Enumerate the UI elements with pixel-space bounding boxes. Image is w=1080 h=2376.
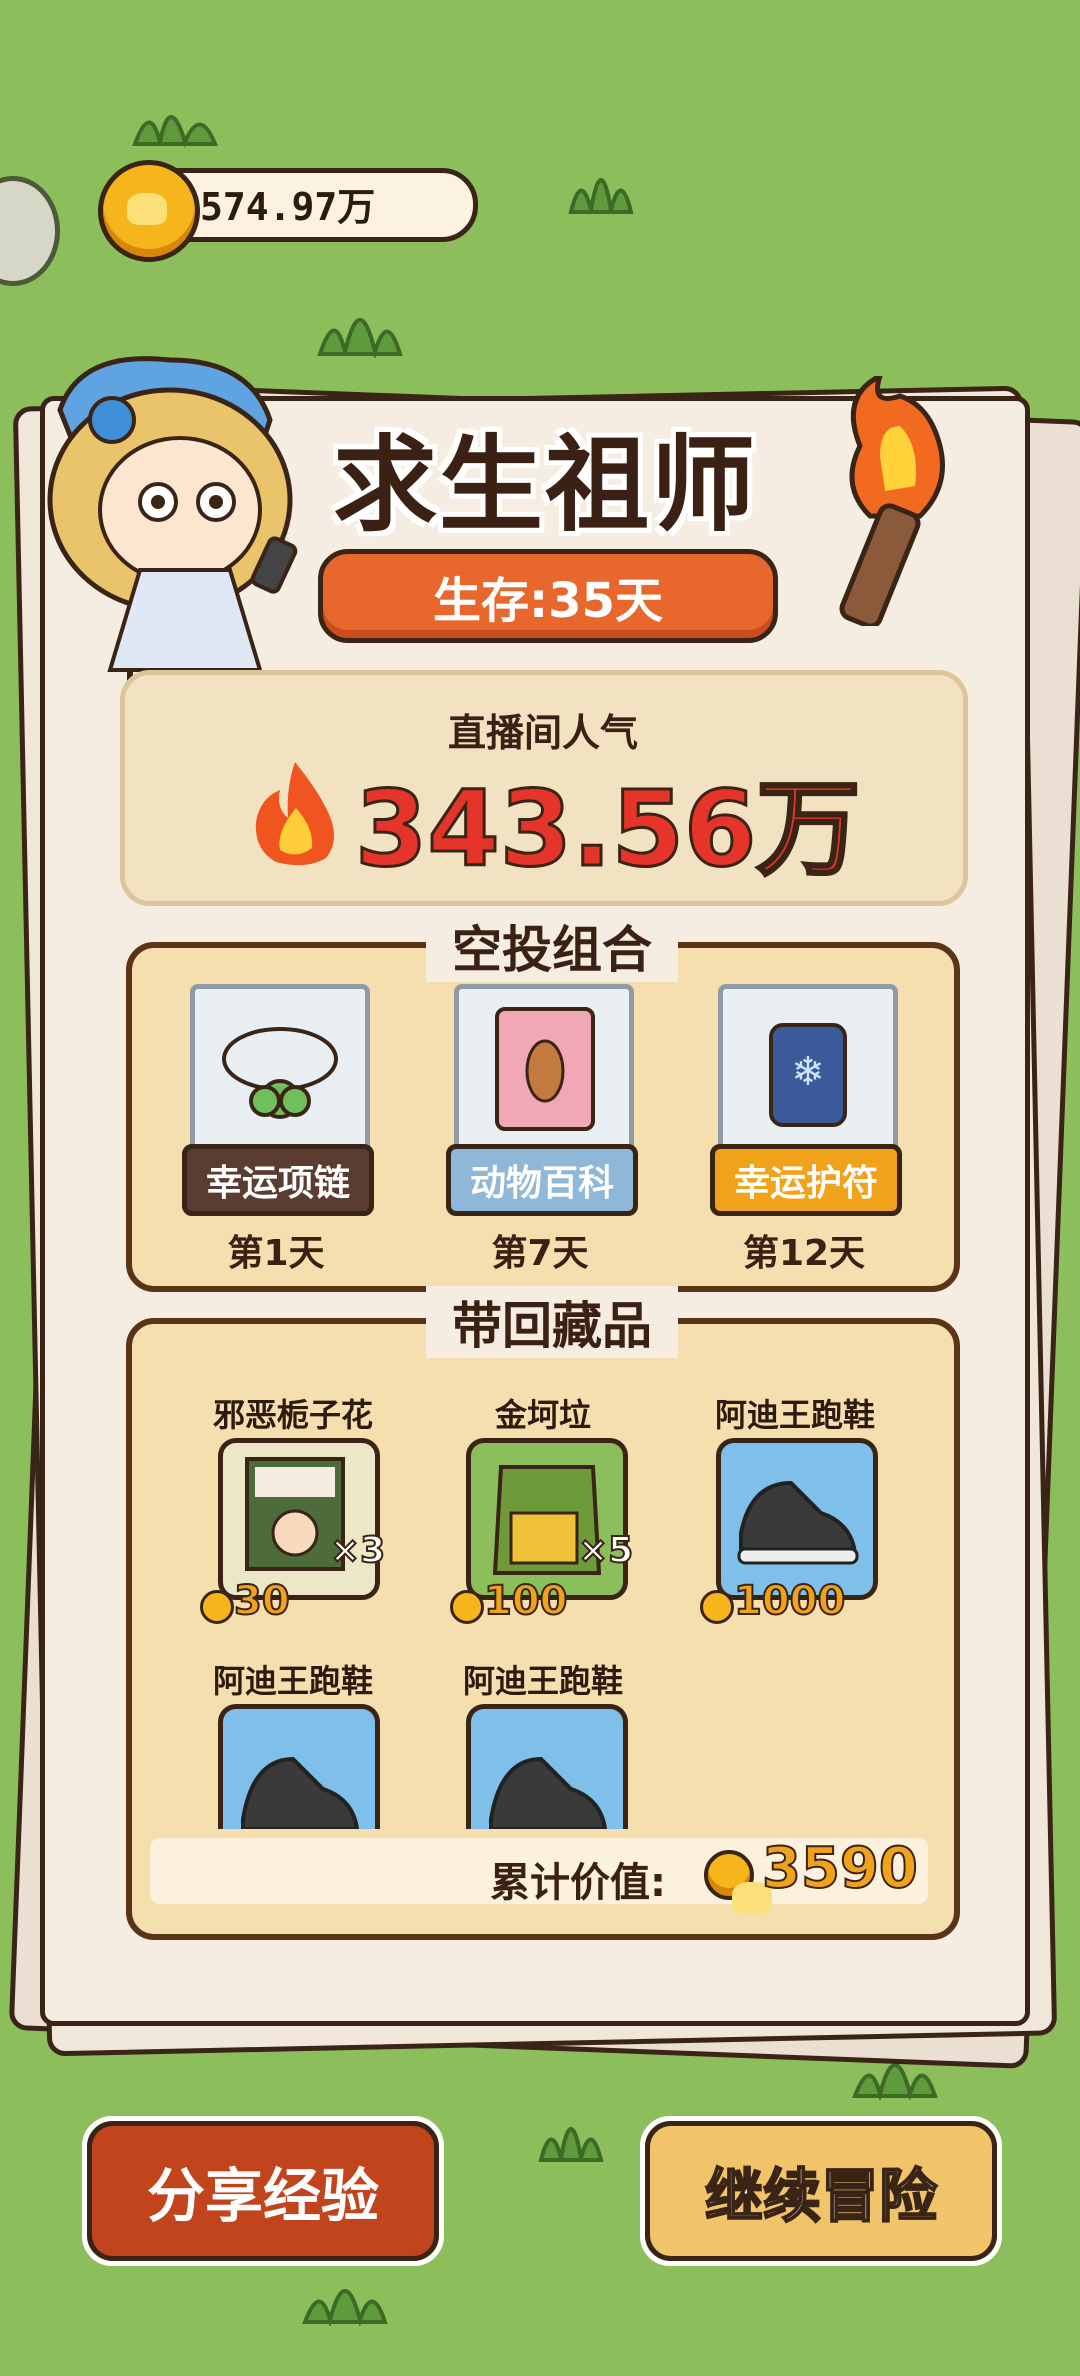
book-icon	[495, 1007, 595, 1131]
collection-item-adiwang-shoes[interactable]	[218, 1704, 380, 1831]
airdrop-item-day: 第1天	[227, 1233, 325, 1274]
airdrop-section-title: 空投组合	[426, 910, 678, 982]
coin-icon	[200, 1590, 234, 1624]
airdrop-item-day: 第7天	[491, 1233, 589, 1274]
fire-icon	[255, 762, 334, 866]
necklace-icon	[222, 1027, 338, 1119]
airdrop-card-animal-book[interactable]	[454, 984, 634, 1164]
book-cover-icon	[245, 1457, 345, 1571]
total-value-label: 累计价值:	[490, 1860, 666, 1906]
sneaker-icon	[489, 1756, 608, 1831]
sneaker-icon	[241, 1756, 360, 1831]
collection-item-count: ×5	[577, 1529, 634, 1572]
collection-section-title: 带回藏品	[426, 1286, 678, 1358]
airdrop-item-label: 幸运项链	[182, 1144, 374, 1216]
grass-decor	[317, 318, 403, 358]
torch-icon	[839, 376, 945, 626]
total-value: 3590	[761, 1835, 919, 1902]
collection-item-adiwang-shoes[interactable]	[466, 1704, 628, 1831]
airdrop-item-day: 第12天	[742, 1233, 866, 1274]
grass-decor	[538, 2127, 604, 2162]
airdrop-card-necklace[interactable]	[190, 984, 370, 1164]
grass-decor	[132, 115, 218, 148]
grass-decor	[302, 2289, 388, 2326]
airdrop-item-label: 动物百科	[446, 1144, 638, 1216]
popularity-value: 343.56万	[353, 767, 861, 892]
collection-item-price: 1000	[733, 1577, 846, 1625]
svg-text:❄: ❄	[791, 1049, 825, 1095]
collection-item-adiwang-shoes[interactable]	[716, 1438, 878, 1600]
menu-button[interactable]	[0, 176, 60, 286]
continue-adventure-button[interactable]: 继续冒险	[640, 2116, 1002, 2266]
fertilizer-bag-icon	[492, 1465, 602, 1575]
coin-icon	[704, 1850, 772, 1914]
charm-icon: ❄	[769, 1023, 847, 1127]
collection-item-name: 金坷垃	[494, 1396, 591, 1434]
collection-item-name: 阿迪王跑鞋	[714, 1396, 875, 1434]
share-experience-button[interactable]: 分享经验	[82, 2116, 444, 2266]
sneaker-icon	[737, 1480, 859, 1565]
grass-decor	[568, 178, 634, 214]
share-button-label: 分享经验	[146, 2162, 379, 2230]
coin-balance: 574.97万	[200, 185, 376, 229]
collection-item-name: 阿迪王跑鞋	[212, 1662, 373, 1700]
collection-item-name: 邪恶栀子花	[212, 1396, 373, 1434]
coin-icon	[450, 1590, 484, 1624]
character-avatar	[47, 356, 298, 710]
collection-item-price: 30	[233, 1577, 291, 1625]
airdrop-card-lucky-charm[interactable]: ❄	[718, 984, 898, 1164]
collection-item-name: 阿迪王跑鞋	[462, 1662, 623, 1700]
continue-button-label: 继续冒险	[704, 2161, 938, 2231]
collection-item-jinkela[interactable]	[466, 1438, 628, 1600]
airdrop-item-label: 幸运护符	[710, 1144, 902, 1216]
collection-item-gardenia[interactable]	[218, 1438, 380, 1600]
page-title: 求生祖师	[332, 424, 757, 546]
collection-item-count: ×3	[329, 1529, 386, 1572]
coin-icon	[98, 160, 200, 262]
survival-days-badge: 生存:35天	[318, 549, 778, 643]
coin-icon	[700, 1590, 734, 1624]
collection-item-price: 100	[483, 1577, 568, 1625]
